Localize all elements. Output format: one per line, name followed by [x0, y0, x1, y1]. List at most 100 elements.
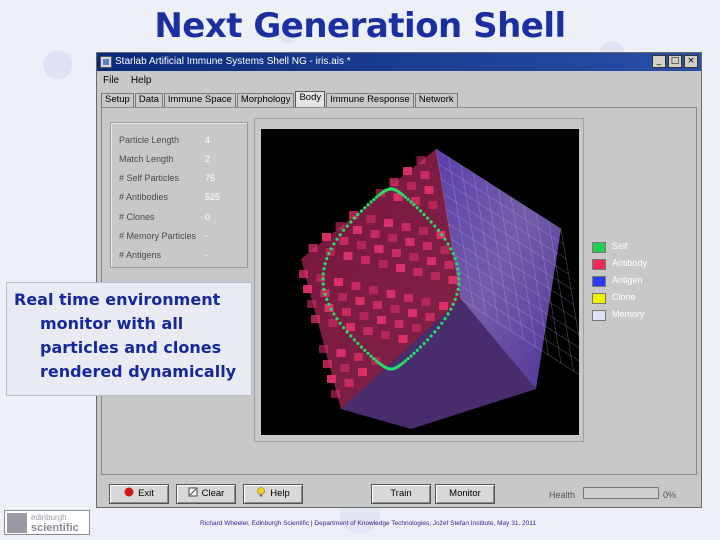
- antibody-block: [346, 323, 355, 331]
- legend-label-self: Self: [612, 241, 628, 251]
- self-particle: [457, 277, 461, 281]
- antibody-block: [308, 244, 318, 252]
- bottom-toolbar: Exit Clear Help Train Monitor Health 0%: [97, 481, 701, 505]
- self-particle: [322, 287, 326, 291]
- tab-body[interactable]: Body: [295, 91, 326, 107]
- edinburgh-scientific-logo: edinburgh scientific: [4, 510, 90, 535]
- slide-footer: Richard Wheeler, Edinburgh Scientific | …: [200, 520, 537, 527]
- antibody-block: [439, 302, 448, 310]
- antibody-block: [409, 253, 419, 261]
- self-particle: [363, 206, 367, 210]
- self-particle: [406, 197, 410, 201]
- self-particle: [321, 277, 325, 281]
- self-particle: [419, 209, 423, 213]
- train-button[interactable]: Train: [371, 484, 431, 504]
- tab-morphology[interactable]: Morphology: [236, 93, 295, 107]
- caption-line-4: rendered dynamically: [40, 362, 237, 381]
- caption-line-3: particles and clones: [40, 338, 222, 357]
- clear-button-label: Clear: [201, 488, 225, 499]
- antibody-block: [299, 270, 308, 278]
- window-titlebar[interactable]: Starlab Artificial Immune Systems Shell …: [97, 53, 701, 71]
- antibody-block: [373, 301, 382, 309]
- antibody-block: [354, 353, 363, 361]
- stat-label-particle-length: Particle Length: [119, 135, 180, 145]
- self-particle: [457, 282, 461, 286]
- exit-button-label: Exit: [138, 488, 154, 499]
- legend-label-antigen: Antigen: [612, 275, 643, 285]
- self-particle: [323, 262, 327, 266]
- viewport-frame: [254, 118, 587, 442]
- self-particle: [332, 312, 336, 316]
- tab-setup[interactable]: Setup: [101, 93, 134, 107]
- legend-item-clone: Clone: [592, 291, 692, 308]
- self-particle: [443, 237, 447, 241]
- menu-file[interactable]: File: [103, 75, 119, 86]
- 3d-viewport[interactable]: [261, 129, 587, 435]
- self-particle: [449, 307, 453, 311]
- health-percent: 0%: [663, 490, 677, 500]
- legend-label-memory: Memory: [612, 309, 645, 319]
- self-particle: [342, 228, 346, 232]
- antibody-block: [377, 316, 386, 324]
- legend-label-antibody: Antibody: [612, 258, 648, 268]
- menu-help[interactable]: Help: [131, 75, 152, 86]
- self-particle: [433, 330, 437, 334]
- grid-line: [548, 220, 574, 372]
- help-button[interactable]: Help: [243, 484, 303, 504]
- self-particle: [325, 257, 329, 261]
- antibody-block: [423, 242, 432, 250]
- tab-immune-response[interactable]: Immune Response: [326, 93, 414, 107]
- self-particle: [345, 330, 349, 334]
- self-particle: [453, 257, 457, 261]
- self-particle: [327, 302, 331, 306]
- clear-button[interactable]: Clear: [176, 484, 236, 504]
- stat-label-self-particles: # Self Particles: [119, 173, 180, 183]
- self-particle: [359, 345, 363, 349]
- maximize-button[interactable]: □: [668, 55, 682, 68]
- stat-value-memory-particles: -: [205, 231, 208, 241]
- antibody-block: [408, 309, 417, 317]
- self-particle: [359, 209, 363, 213]
- antibody-block: [327, 375, 336, 383]
- antibody-block: [374, 245, 384, 253]
- antibody-block: [342, 308, 351, 316]
- antibody-block: [357, 241, 366, 249]
- tab-network[interactable]: Network: [414, 93, 458, 107]
- self-particle: [429, 220, 433, 224]
- stats-panel: Particle Length 4 Match Length 2 # Self …: [110, 122, 248, 268]
- antibody-block: [381, 331, 390, 339]
- self-particle: [412, 203, 416, 207]
- self-particle: [451, 302, 455, 306]
- antibody-block: [343, 252, 353, 260]
- self-particle: [443, 317, 447, 321]
- self-particle: [366, 351, 370, 355]
- health-label: Health: [549, 490, 576, 500]
- self-particle: [352, 216, 356, 220]
- self-particle: [446, 312, 450, 316]
- self-particle: [403, 195, 408, 199]
- monitor-button[interactable]: Monitor: [435, 484, 495, 504]
- legend-swatch-antigen: [592, 276, 606, 287]
- antibody-block: [340, 364, 350, 372]
- self-particle: [455, 292, 459, 296]
- self-particle: [369, 200, 373, 204]
- help-button-label: Help: [270, 488, 290, 499]
- tab-immune-space[interactable]: Immune Space: [163, 93, 236, 107]
- tab-data[interactable]: Data: [134, 93, 163, 107]
- exit-button[interactable]: Exit: [109, 484, 169, 504]
- legend-swatch-antibody: [592, 259, 606, 270]
- self-particle: [352, 338, 356, 342]
- minimize-button[interactable]: _: [652, 55, 666, 68]
- legend-swatch-clone: [592, 293, 606, 304]
- self-particle: [366, 203, 370, 207]
- self-particle: [338, 321, 342, 325]
- self-particle: [451, 252, 455, 256]
- close-button[interactable]: ×: [684, 55, 698, 68]
- antibody-block: [419, 227, 428, 235]
- antibody-block: [396, 264, 405, 272]
- app-window: Starlab Artificial Immune Systems Shell …: [96, 52, 702, 508]
- self-particle: [422, 341, 426, 346]
- tab-strip: Setup Data Immune Space Morphology Body …: [101, 91, 459, 107]
- antibody-block: [355, 297, 365, 305]
- immune-space-cube[interactable]: [261, 129, 587, 435]
